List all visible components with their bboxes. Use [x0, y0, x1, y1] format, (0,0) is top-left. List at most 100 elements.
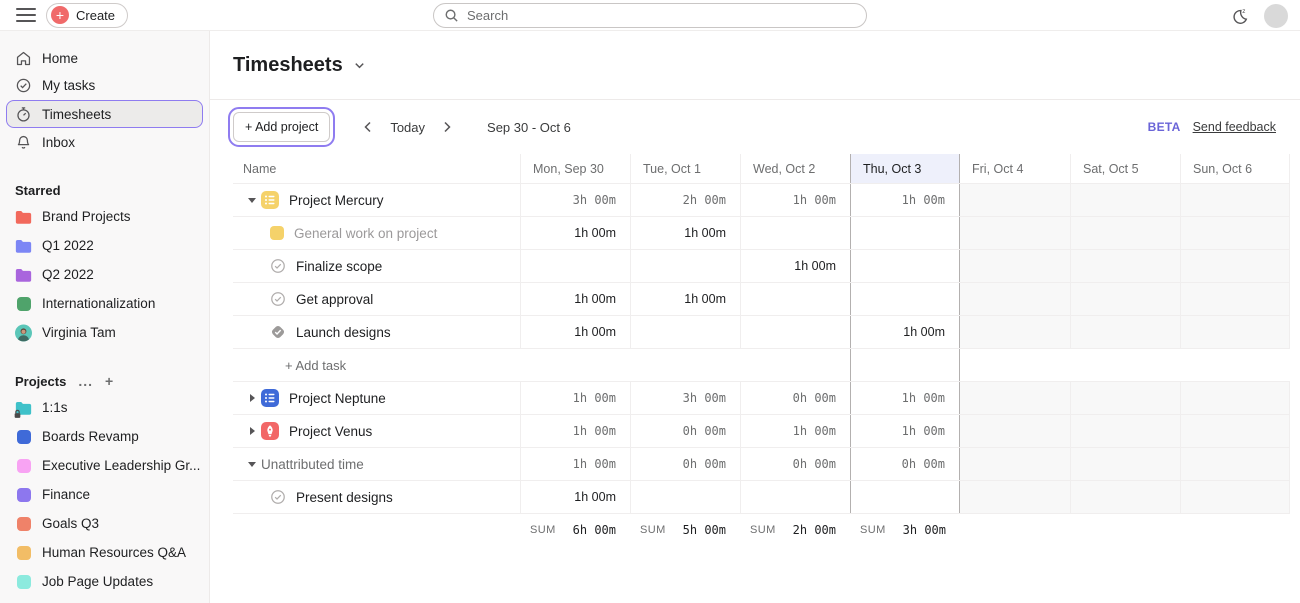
starred-item-internationalization[interactable]: Internationalization [15, 289, 209, 318]
sidebar-item-my-tasks[interactable]: My tasks [0, 72, 209, 99]
time-cell[interactable] [740, 349, 850, 381]
time-cell[interactable]: 1h 00m [630, 283, 740, 315]
time-cell[interactable] [1180, 448, 1290, 480]
do-not-disturb-icon[interactable]: z [1230, 6, 1250, 26]
projects-add-icon[interactable]: + [105, 373, 114, 389]
time-cell[interactable] [1180, 349, 1290, 381]
collapse-triangle-icon[interactable] [243, 195, 261, 205]
time-cell[interactable] [1180, 283, 1290, 315]
user-avatar[interactable] [1264, 4, 1288, 28]
time-cell[interactable] [850, 217, 960, 249]
time-cell[interactable] [630, 250, 740, 282]
time-cell[interactable] [960, 448, 1070, 480]
time-cell[interactable]: 1h 00m [520, 217, 630, 249]
time-cell[interactable] [1180, 382, 1290, 414]
time-cell[interactable] [1180, 217, 1290, 249]
time-cell[interactable] [850, 481, 960, 513]
prev-week-icon[interactable] [356, 115, 380, 139]
project-item-finance[interactable]: Finance [15, 480, 209, 509]
project-name[interactable]: Project Neptune [289, 391, 386, 406]
starred-item-brand-projects[interactable]: Brand Projects [15, 202, 209, 231]
expand-triangle-icon[interactable] [243, 426, 261, 436]
time-cell[interactable] [850, 250, 960, 282]
time-cell[interactable] [1070, 283, 1180, 315]
task-circle-icon[interactable] [270, 258, 286, 274]
projects-more-icon[interactable]: ... [78, 373, 93, 389]
time-cell[interactable]: 0h 00m [740, 382, 850, 414]
project-name[interactable]: Project Mercury [289, 193, 384, 208]
chevron-down-icon[interactable] [353, 59, 366, 72]
time-cell[interactable]: 1h 00m [520, 448, 630, 480]
time-cell[interactable] [740, 481, 850, 513]
time-cell[interactable] [850, 349, 960, 381]
time-cell[interactable] [1070, 217, 1180, 249]
time-cell[interactable] [960, 184, 1070, 216]
time-cell[interactable]: 1h 00m [520, 382, 630, 414]
time-cell[interactable]: 3h 00m [520, 184, 630, 216]
project-item-human-resources-q-a[interactable]: Human Resources Q&A [15, 538, 209, 567]
time-cell[interactable] [960, 316, 1070, 348]
search-bar[interactable] [433, 3, 867, 28]
time-cell[interactable] [1070, 448, 1180, 480]
starred-item-virginia-tam[interactable]: Virginia Tam [15, 318, 209, 347]
sidebar-item-inbox[interactable]: Inbox [0, 129, 209, 156]
time-cell[interactable]: 3h 00m [630, 382, 740, 414]
time-cell[interactable]: 1h 00m [740, 415, 850, 447]
task-name[interactable]: Finalize scope [296, 259, 382, 274]
time-cell[interactable] [960, 415, 1070, 447]
time-cell[interactable] [1180, 316, 1290, 348]
time-cell[interactable]: 1h 00m [850, 316, 960, 348]
time-cell[interactable]: 0h 00m [630, 415, 740, 447]
time-cell[interactable] [1070, 349, 1180, 381]
project-item-job-page-updates[interactable]: Job Page Updates [15, 567, 209, 596]
time-cell[interactable] [1180, 184, 1290, 216]
time-cell[interactable] [1070, 184, 1180, 216]
create-button[interactable]: + Create [46, 3, 128, 28]
collapse-triangle-icon[interactable] [243, 459, 261, 469]
today-button[interactable]: Today [384, 120, 431, 135]
project-name[interactable]: Project Venus [289, 424, 372, 439]
time-cell[interactable] [1070, 250, 1180, 282]
expand-triangle-icon[interactable] [243, 393, 261, 403]
time-cell[interactable] [1070, 415, 1180, 447]
task-name[interactable]: Present designs [296, 490, 393, 505]
starred-item-q2-2022[interactable]: Q2 2022 [15, 260, 209, 289]
starred-item-q1-2022[interactable]: Q1 2022 [15, 231, 209, 260]
time-cell[interactable] [960, 217, 1070, 249]
time-cell[interactable]: 1h 00m [850, 415, 960, 447]
project-item-1-1s[interactable]: 1:1s [15, 393, 209, 422]
time-cell[interactable] [1180, 250, 1290, 282]
time-cell[interactable] [1180, 481, 1290, 513]
time-cell[interactable]: 1h 00m [520, 481, 630, 513]
time-cell[interactable] [520, 349, 630, 381]
time-cell[interactable] [630, 349, 740, 381]
time-cell[interactable] [1070, 316, 1180, 348]
time-cell[interactable] [740, 283, 850, 315]
sidebar-item-timesheets[interactable]: Timesheets [6, 100, 203, 128]
group-name[interactable]: Unattributed time [261, 457, 364, 472]
project-item-executive-leadership-gr-[interactable]: Executive Leadership Gr... [15, 451, 209, 480]
time-cell[interactable] [960, 382, 1070, 414]
time-cell[interactable] [960, 283, 1070, 315]
time-cell[interactable]: 2h 00m [630, 184, 740, 216]
time-cell[interactable]: 1h 00m [520, 283, 630, 315]
time-cell[interactable] [960, 481, 1070, 513]
time-cell[interactable]: 1h 00m [520, 316, 630, 348]
time-cell[interactable]: 1h 00m [740, 184, 850, 216]
time-cell[interactable] [740, 316, 850, 348]
time-cell[interactable]: 0h 00m [850, 448, 960, 480]
time-cell[interactable]: 1h 00m [850, 184, 960, 216]
time-cell[interactable] [1180, 415, 1290, 447]
time-cell[interactable] [630, 316, 740, 348]
task-name[interactable]: Launch designs [296, 325, 391, 340]
task-done-icon[interactable] [270, 324, 286, 340]
time-cell[interactable]: 1h 00m [630, 217, 740, 249]
task-name[interactable]: General work on project [294, 226, 437, 241]
time-cell[interactable] [520, 250, 630, 282]
sidebar-toggle-icon[interactable] [16, 8, 36, 22]
sidebar-item-home[interactable]: Home [0, 45, 209, 72]
time-cell[interactable] [960, 349, 1070, 381]
time-cell[interactable] [850, 283, 960, 315]
time-cell[interactable]: 1h 00m [520, 415, 630, 447]
search-input[interactable] [467, 8, 856, 23]
